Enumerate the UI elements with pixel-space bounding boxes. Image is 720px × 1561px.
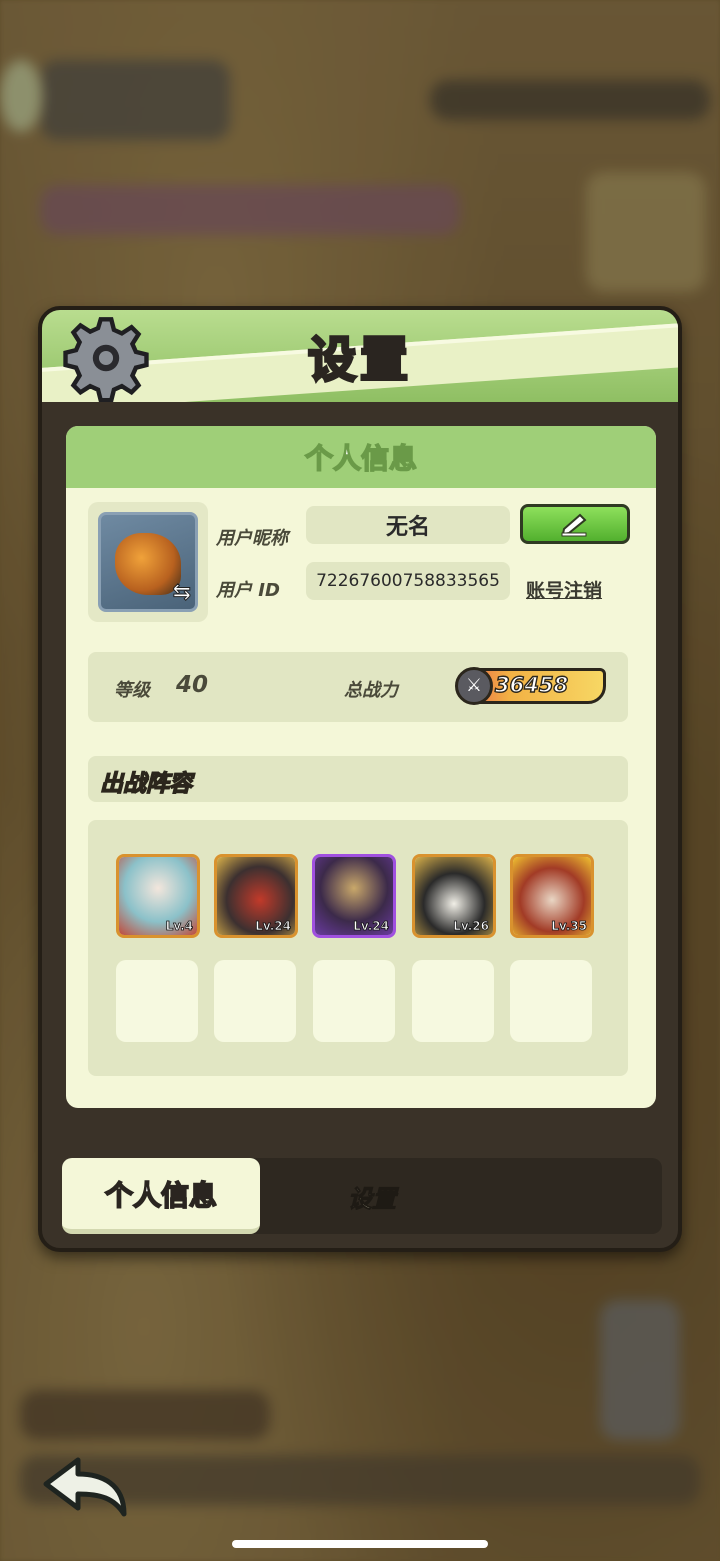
nickname-field: 无名 bbox=[306, 506, 510, 544]
home-indicator[interactable] bbox=[232, 1540, 488, 1548]
hero-level: Lv.4 bbox=[165, 919, 193, 934]
lineup-grid: Lv.4 Lv.24 Lv.24 Lv.26 Lv.35 bbox=[88, 820, 628, 1076]
hero-level: Lv.24 bbox=[255, 919, 292, 934]
hero-level: Lv.24 bbox=[353, 919, 390, 934]
empty-slot[interactable] bbox=[116, 960, 198, 1042]
power-value: 36458 bbox=[494, 672, 569, 697]
nickname-label: 用户昵称 bbox=[216, 528, 288, 549]
settings-panel: 设置 个人信息 ⇆ 用户昵称 无名 用户 ID 7226760075883356… bbox=[38, 306, 682, 1252]
swap-icon[interactable]: ⇆ bbox=[172, 580, 191, 606]
card-title: 个人信息 bbox=[304, 441, 418, 476]
userid-field: 72267600758833565 bbox=[306, 562, 510, 600]
hero-level: Lv.26 bbox=[453, 919, 490, 934]
level-value: 40 bbox=[176, 672, 209, 698]
deregister-account-link[interactable]: 账号注销 bbox=[526, 576, 602, 603]
card-header: 个人信息 bbox=[66, 426, 656, 488]
empty-slot[interactable] bbox=[510, 960, 592, 1042]
userid-label: 用户 ID bbox=[216, 580, 280, 601]
edit-nickname-button[interactable] bbox=[520, 504, 630, 544]
tab-settings[interactable]: 设置 bbox=[292, 1158, 452, 1234]
panel-header: 设置 bbox=[42, 310, 678, 402]
power-badge: ⚔ 36458 bbox=[455, 667, 606, 705]
level-label: 等级 bbox=[114, 680, 150, 701]
hero-level: Lv.35 bbox=[551, 919, 588, 934]
pencil-icon bbox=[561, 513, 587, 537]
power-label: 总战力 bbox=[344, 680, 398, 701]
empty-slot[interactable] bbox=[412, 960, 494, 1042]
lineup-title: 出战阵容 bbox=[99, 770, 192, 797]
hero-slot-5[interactable]: Lv.35 bbox=[510, 854, 594, 938]
avatar[interactable]: ⇆ bbox=[98, 512, 198, 612]
tab-personal-info[interactable]: 个人信息 bbox=[62, 1158, 260, 1234]
hero-slot-3[interactable]: Lv.24 bbox=[312, 854, 396, 938]
lineup-header: 出战阵容 bbox=[88, 756, 628, 802]
hero-slot-1[interactable]: Lv.4 bbox=[116, 854, 200, 938]
tab-label: 个人信息 bbox=[104, 1178, 218, 1213]
tab-label: 设置 bbox=[348, 1184, 397, 1213]
stats-bar: 等级 40 总战力 ⚔ 36458 bbox=[88, 652, 628, 722]
personal-info-card: 个人信息 ⇆ 用户昵称 无名 用户 ID 72267600758833565 账… bbox=[66, 426, 656, 1108]
back-arrow-icon[interactable] bbox=[40, 1454, 130, 1520]
swords-icon: ⚔ bbox=[455, 667, 493, 705]
tab-bar: 个人信息 设置 bbox=[62, 1158, 662, 1234]
hero-slot-2[interactable]: Lv.24 bbox=[214, 854, 298, 938]
avatar-frame[interactable]: ⇆ bbox=[88, 502, 208, 622]
empty-slot[interactable] bbox=[313, 960, 395, 1042]
panel-title: 设置 bbox=[306, 331, 412, 390]
hero-slot-4[interactable]: Lv.26 bbox=[412, 854, 496, 938]
empty-slot[interactable] bbox=[214, 960, 296, 1042]
